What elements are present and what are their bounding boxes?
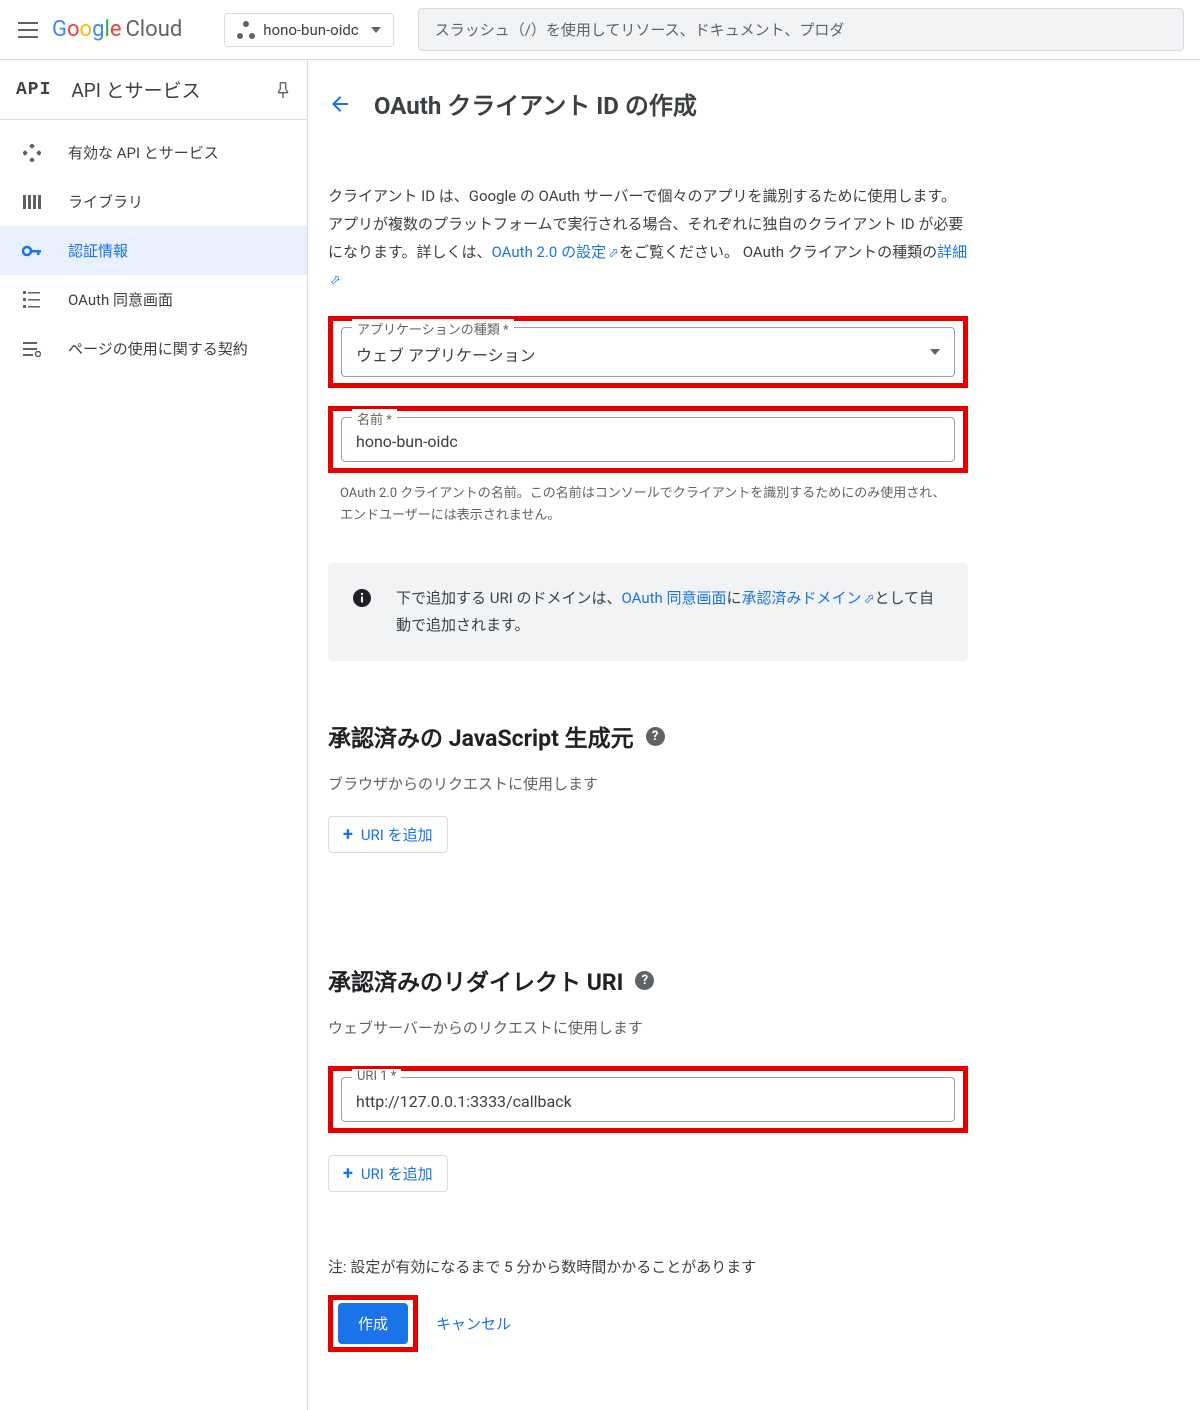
uri1-label: URI 1 * — [352, 1069, 401, 1084]
highlight-create: 作成 — [328, 1295, 418, 1352]
settings-list-icon — [22, 340, 42, 358]
name-helper: OAuth 2.0 クライアントの名前。この名前はコンソールでクライアントを識別… — [328, 483, 968, 527]
info-box: 下で追加する URI のドメインは、OAuth 同意画面に承認済みドメイン⬀とし… — [328, 563, 968, 661]
app-type-label: アプリケーションの種類 * — [352, 319, 514, 338]
back-arrow-icon[interactable] — [328, 92, 352, 116]
info-text: 下で追加する URI のドメインは、OAuth 同意画面に承認済みドメイン⬀とし… — [396, 585, 944, 639]
sidebar-item-page-usage[interactable]: ページの使用に関する契約 — [0, 324, 307, 373]
project-name-label: hono-bun-oidc — [263, 21, 358, 39]
diamond-icon — [22, 144, 42, 162]
logo[interactable]: Google Cloud — [52, 17, 182, 42]
uri1-input[interactable] — [356, 1092, 940, 1111]
sidebar: API API とサービス 有効な API とサービス ライブラリ 認証情報 O… — [0, 60, 308, 1410]
note-text: 注: 設定が有効になるまで 5 分から数時間かかることがあります — [328, 1256, 968, 1277]
add-redirect-uri-button[interactable]: + URI を追加 — [328, 1155, 448, 1192]
sidebar-item-oauth-consent[interactable]: OAuth 同意画面 — [0, 275, 307, 324]
sidebar-item-enabled-apis[interactable]: 有効な API とサービス — [0, 128, 307, 177]
external-link-icon: ⬀ — [330, 269, 341, 293]
uri1-field[interactable]: URI 1 * — [341, 1077, 955, 1122]
sidebar-title: API とサービス — [71, 76, 255, 103]
key-icon — [22, 245, 42, 257]
js-origins-title: 承認済みの JavaScript 生成元 ? — [328, 719, 968, 753]
topbar: Google Cloud hono-bun-oidc スラッシュ（/）を使用して… — [0, 0, 1200, 60]
search-input[interactable]: スラッシュ（/）を使用してリソース、ドキュメント、プロダ — [418, 8, 1184, 51]
description: クライアント ID は、Google の OAuth サーバーで個々のアプリを識… — [328, 183, 968, 294]
add-js-uri-button[interactable]: + URI を追加 — [328, 816, 448, 853]
create-button[interactable]: 作成 — [338, 1303, 408, 1344]
sidebar-item-label: 有効な API とサービス — [68, 142, 219, 163]
chevron-down-icon — [930, 349, 940, 355]
help-icon[interactable]: ? — [646, 727, 665, 746]
redirect-uri-title: 承認済みのリダイレクト URI ? — [328, 963, 968, 997]
name-label: 名前 * — [352, 409, 397, 428]
oauth-settings-link[interactable]: OAuth 2.0 の設定⬀ — [492, 243, 619, 261]
content: クライアント ID は、Google の OAuth サーバーで個々のアプリを識… — [308, 183, 988, 1352]
sidebar-header: API API とサービス — [0, 60, 307, 120]
cancel-button[interactable]: キャンセル — [436, 1313, 511, 1334]
page-title: OAuth クライアント ID の作成 — [374, 86, 697, 121]
highlight-name: 名前 * — [328, 406, 968, 473]
consent-icon — [22, 291, 42, 309]
project-icon — [237, 21, 255, 39]
help-icon[interactable]: ? — [635, 971, 654, 990]
sidebar-item-label: ページの使用に関する契約 — [68, 338, 248, 359]
name-input[interactable] — [356, 432, 940, 451]
app-type-select[interactable]: アプリケーションの種類 * ウェブ アプリケーション — [341, 327, 955, 377]
redirect-uri-sub: ウェブサーバーからのリクエストに使用します — [328, 1017, 968, 1038]
external-link-icon: ⬀ — [864, 588, 875, 611]
sidebar-item-label: ライブラリ — [68, 191, 143, 212]
api-logo: API — [16, 80, 51, 100]
actions: 作成 キャンセル — [328, 1295, 968, 1352]
plus-icon: + — [343, 1163, 353, 1184]
add-uri-label: URI を追加 — [361, 824, 433, 845]
pin-icon[interactable] — [275, 81, 291, 99]
sidebar-item-label: 認証情報 — [68, 240, 128, 261]
oauth-consent-link[interactable]: OAuth 同意画面 — [622, 589, 727, 607]
project-selector[interactable]: hono-bun-oidc — [224, 13, 393, 47]
name-field[interactable]: 名前 * — [341, 417, 955, 462]
sidebar-item-label: OAuth 同意画面 — [68, 289, 173, 310]
highlight-uri1: URI 1 * — [328, 1066, 968, 1133]
external-link-icon: ⬀ — [608, 242, 619, 266]
menu-icon[interactable] — [16, 18, 40, 42]
js-origins-sub: ブラウザからのリクエストに使用します — [328, 773, 968, 794]
main: OAuth クライアント ID の作成 クライアント ID は、Google の… — [308, 60, 1200, 1410]
sidebar-nav: 有効な API とサービス ライブラリ 認証情報 OAuth 同意画面 ページの… — [0, 120, 307, 373]
library-icon — [22, 193, 42, 211]
logo-cloud-text: Cloud — [125, 17, 182, 42]
desc-text-2: をご覧ください。 OAuth クライアントの種類の — [619, 243, 937, 261]
plus-icon: + — [343, 824, 353, 845]
sidebar-item-library[interactable]: ライブラリ — [0, 177, 307, 226]
chevron-down-icon — [371, 27, 381, 33]
highlight-app-type: アプリケーションの種類 * ウェブ アプリケーション — [328, 316, 968, 388]
sidebar-item-credentials[interactable]: 認証情報 — [0, 226, 307, 275]
app-type-value: ウェブ アプリケーション — [356, 342, 940, 366]
info-icon — [352, 588, 372, 608]
page-header: OAuth クライアント ID の作成 — [308, 80, 1200, 139]
authorized-domain-link[interactable]: 承認済みドメイン⬀ — [742, 589, 875, 607]
add-uri-label: URI を追加 — [361, 1163, 433, 1184]
